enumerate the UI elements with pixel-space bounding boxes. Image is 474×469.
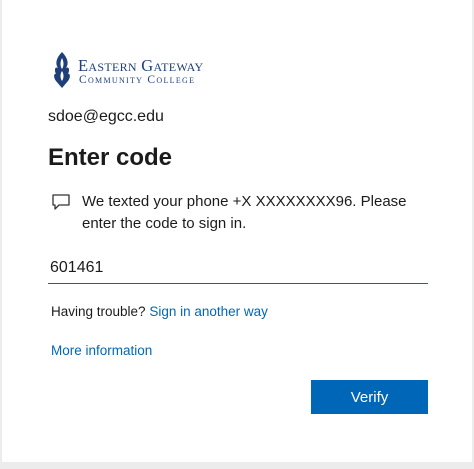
logo-line-1: Eastern Gateway	[78, 56, 204, 75]
logo-flame-icon	[54, 52, 70, 88]
verify-button[interactable]: Verify	[311, 380, 428, 414]
account-email: sdoe@egcc.edu	[48, 108, 164, 125]
sign-in-another-way-link[interactable]: Sign in another way	[149, 304, 268, 319]
trouble-label: Having trouble?	[51, 304, 146, 319]
trouble-row: Having trouble? Sign in another way	[51, 304, 268, 319]
sms-instruction-text: We texted your phone +X XXXXXXXX96. Plea…	[82, 193, 407, 232]
sign-in-card: Eastern Gateway Community College sdoe@e…	[2, 0, 472, 462]
code-input[interactable]	[48, 252, 428, 284]
college-logo: Eastern Gateway Community College	[50, 50, 240, 90]
message-icon	[52, 194, 70, 210]
page-title: Enter code	[48, 144, 173, 171]
more-information-link[interactable]: More information	[51, 343, 152, 358]
logo-line-2: Community College	[79, 74, 196, 86]
